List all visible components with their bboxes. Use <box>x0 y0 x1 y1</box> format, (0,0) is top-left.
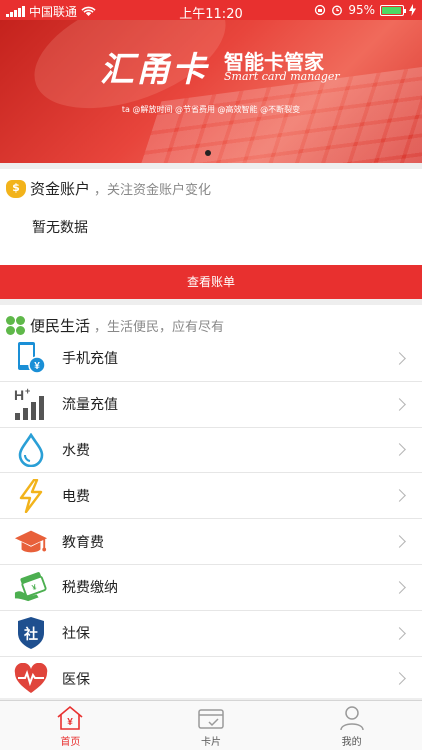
fund-account-section: 资金账户 ，关注资金账户变化 暂无数据 <box>0 169 422 265</box>
service-item-data-recharge[interactable]: H + 流量充值 <box>0 382 422 428</box>
service-label: 电费 <box>62 488 90 505</box>
user-icon <box>339 706 364 731</box>
svg-text:+: + <box>25 387 30 396</box>
rotation-lock-icon <box>315 4 326 16</box>
medical-heart-icon <box>14 662 48 696</box>
water-drop-icon <box>14 432 48 467</box>
chevron-right-icon <box>393 397 406 411</box>
service-item-social-security[interactable]: 社 社保 <box>0 611 422 657</box>
life-services-section: 便民生活 ，生活便民，应有尽有 ¥ 手机充值 H + 流量充值 水费 电费 教育… <box>0 305 422 698</box>
tab-label: 我的 <box>341 737 362 748</box>
graduation-cap-icon <box>14 525 48 559</box>
clover-icon <box>6 315 26 336</box>
chevron-right-icon <box>393 352 406 365</box>
alarm-icon <box>332 5 343 16</box>
service-label: 教育费 <box>62 534 104 551</box>
service-label: 手机充值 <box>62 351 118 368</box>
svg-text:¥: ¥ <box>34 361 40 372</box>
page-indicator-dot[interactable] <box>205 150 211 156</box>
svg-text:H: H <box>14 387 24 403</box>
lightning-icon <box>14 478 48 513</box>
charging-icon <box>409 4 416 16</box>
service-label: 社保 <box>62 626 90 643</box>
tab-label: 首页 <box>60 737 81 748</box>
battery-percent: 95% <box>348 3 375 17</box>
fund-account-subtitle: ，关注资金账户变化 <box>94 183 212 198</box>
chevron-right-icon <box>393 535 406 548</box>
service-item-education[interactable]: 教育费 <box>0 519 422 565</box>
life-services-title: 便民生活 <box>30 317 91 335</box>
social-security-shield-icon: 社 <box>14 616 48 650</box>
service-item-water[interactable]: 水费 <box>0 428 422 474</box>
tab-home[interactable]: ¥ 首页 <box>0 701 141 750</box>
service-list: ¥ 手机充值 H + 流量充值 水费 电费 教育费 ¥ 税费缴纳 社 社保 医保 <box>0 336 422 698</box>
empty-state-text: 暂无数据 <box>32 220 88 236</box>
shield-glyph: 社 <box>23 626 38 643</box>
banner-subtitle: Smart card manager <box>224 70 340 83</box>
service-item-electricity[interactable]: 电费 <box>0 473 422 520</box>
view-bill-button[interactable]: 查看账单 <box>0 265 422 299</box>
service-label: 水费 <box>62 442 90 459</box>
service-label: 流量充值 <box>62 397 118 414</box>
banner-tagline: ta @解放时间 @节省费用 @高效智能 @不断裂变 <box>121 105 301 114</box>
promo-banner[interactable]: 汇甬卡 智能卡管家 Smart card manager ta @解放时间 @节… <box>0 20 422 163</box>
chevron-right-icon <box>393 443 406 457</box>
service-item-medical[interactable]: 医保 <box>0 657 422 698</box>
banner-logo: 汇甬卡 <box>100 50 208 90</box>
tax-payment-icon: ¥ <box>14 570 48 604</box>
tab-mine[interactable]: 我的 <box>281 701 422 750</box>
phone-recharge-icon: ¥ <box>14 341 48 375</box>
tab-card[interactable]: 卡片 <box>141 701 282 750</box>
chevron-right-icon <box>393 581 406 594</box>
life-services-subtitle: ，生活便民，应有尽有 <box>94 320 225 335</box>
card-icon <box>198 709 224 729</box>
home-icon: ¥ <box>57 705 83 730</box>
service-item-phone-recharge[interactable]: ¥ 手机充值 <box>0 336 422 382</box>
svg-text:¥: ¥ <box>68 717 74 728</box>
service-label: 医保 <box>62 671 90 688</box>
chevron-right-icon <box>393 489 406 503</box>
money-bag-icon <box>6 179 26 198</box>
tab-bar: ¥ 首页 卡片 我的 <box>0 700 422 750</box>
fund-account-header: 资金账户 ，关注资金账户变化 <box>6 178 211 199</box>
chevron-right-icon <box>393 626 406 640</box>
data-recharge-icon: H + <box>14 387 48 421</box>
chevron-right-icon <box>393 672 406 686</box>
service-label: 税费缴纳 <box>62 580 118 597</box>
life-services-header: 便民生活 ，生活便民，应有尽有 <box>6 315 224 336</box>
fund-account-title: 资金账户 <box>30 180 91 198</box>
status-bar: 中国联通 上午11:20 95% <box>0 0 422 22</box>
service-item-tax[interactable]: ¥ 税费缴纳 <box>0 565 422 611</box>
battery-icon <box>380 4 406 16</box>
tab-label: 卡片 <box>201 737 221 748</box>
